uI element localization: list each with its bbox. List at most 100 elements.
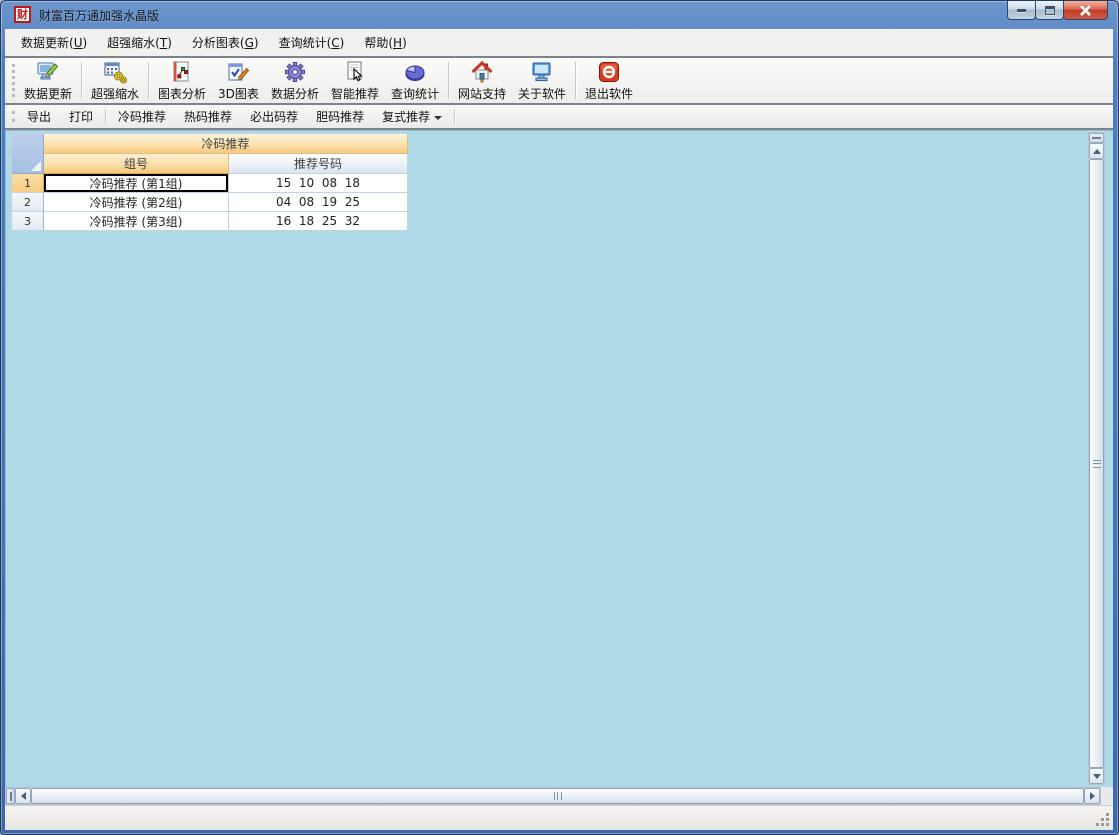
column-header-group[interactable]: 组号 bbox=[44, 154, 229, 174]
scroll-up-button[interactable] bbox=[1089, 143, 1104, 159]
menu-item-data-update[interactable]: 数据更新(U) bbox=[11, 29, 97, 56]
toolbar-button-about-software[interactable]: 关于软件 bbox=[512, 58, 572, 103]
toolbar-button-query-stats[interactable]: 查询统计 bbox=[385, 58, 445, 103]
arrow-right-icon bbox=[1090, 792, 1095, 800]
pie-chart-icon bbox=[403, 60, 427, 84]
document-hand-icon bbox=[343, 60, 367, 84]
cell-numbers-3[interactable]: 16 18 25 32 bbox=[229, 212, 408, 231]
thumb-grip-icon bbox=[1093, 460, 1101, 468]
toolbar-button-exit-software[interactable]: 退出软件 bbox=[579, 58, 639, 103]
close-icon bbox=[1080, 5, 1091, 16]
toolbar-grip[interactable] bbox=[12, 64, 15, 97]
table-title: 冷码推荐 bbox=[44, 134, 408, 154]
toolbar-separator bbox=[105, 109, 106, 124]
cell-numbers-2[interactable]: 04 08 19 25 bbox=[229, 193, 408, 212]
toolbar-button-website-support[interactable]: 网站支持 bbox=[452, 58, 512, 103]
column-header-numbers[interactable]: 推荐号码 bbox=[229, 154, 408, 174]
menu-item-super-shrink[interactable]: 超强缩水(T) bbox=[97, 29, 182, 56]
print-button[interactable]: 打印 bbox=[60, 105, 102, 128]
toolbar-button-label: 数据分析 bbox=[271, 85, 319, 102]
computer-icon bbox=[530, 60, 554, 84]
toolbar-button-data-analysis[interactable]: 数据分析 bbox=[265, 58, 325, 103]
arrow-down-icon bbox=[1093, 774, 1101, 779]
calendar-gears-icon bbox=[103, 60, 127, 84]
power-icon bbox=[597, 60, 621, 84]
horizontal-scrollbar[interactable] bbox=[5, 787, 1101, 805]
resize-grip[interactable] bbox=[1106, 823, 1109, 826]
toolbar-button-label: 关于软件 bbox=[518, 85, 566, 102]
toolbar-button-label: 超强缩水 bbox=[91, 85, 139, 102]
title-bar[interactable]: 财 财富百万通加强水晶版 bbox=[1, 1, 1118, 29]
toolbar-separator bbox=[448, 62, 449, 99]
menu-item-analysis-charts[interactable]: 分析图表(G) bbox=[182, 29, 269, 56]
horizontal-splitter-handle[interactable] bbox=[6, 788, 15, 804]
notepad-pencil-icon bbox=[226, 60, 250, 84]
main-toolbar: 数据更新 超强缩水 图表分析 bbox=[5, 56, 1113, 105]
horizontal-scrollbar-area bbox=[5, 787, 1113, 805]
vertical-scrollbar[interactable] bbox=[1088, 132, 1105, 785]
toolbar-button-chart-analysis[interactable]: 图表分析 bbox=[152, 58, 212, 103]
menu-item-help[interactable]: 帮助(H) bbox=[354, 29, 416, 56]
toolbar-separator bbox=[81, 62, 82, 99]
app-icon[interactable]: 财 bbox=[14, 6, 31, 23]
chevron-down-icon bbox=[434, 116, 442, 120]
home-icon bbox=[470, 60, 494, 84]
must-out-recommend-button[interactable]: 必出码荐 bbox=[241, 105, 307, 128]
toolbar-button-3d-chart[interactable]: 3D图表 bbox=[212, 58, 265, 103]
thumb-grip-icon bbox=[554, 792, 562, 800]
secondary-toolbar: 导出 打印 冷码推荐 热码推荐 必出码荐 胆码推荐 复式推荐 bbox=[5, 105, 1113, 130]
row-header[interactable]: 3 bbox=[12, 212, 44, 231]
scroll-right-button[interactable] bbox=[1084, 788, 1100, 804]
toolbar-button-label: 网站支持 bbox=[458, 85, 506, 102]
gear-icon bbox=[283, 60, 307, 84]
arrow-left-icon bbox=[21, 792, 26, 800]
status-bar bbox=[5, 805, 1113, 830]
table-corner-cell[interactable] bbox=[12, 134, 44, 174]
menu-bar: 数据更新(U) 超强缩水(T) 分析图表(G) 查询统计(C) 帮助(H) bbox=[5, 29, 1113, 56]
cell-group-2[interactable]: 冷码推荐 (第2组) bbox=[44, 193, 229, 212]
toolbar-button-label: 查询统计 bbox=[391, 85, 439, 102]
row-header[interactable]: 2 bbox=[12, 193, 44, 212]
dan-number-recommend-button[interactable]: 胆码推荐 bbox=[307, 105, 373, 128]
minimize-button[interactable] bbox=[1007, 1, 1036, 20]
chart-document-icon bbox=[170, 60, 194, 84]
toolbar-button-label: 3D图表 bbox=[218, 85, 259, 102]
vertical-scroll-thumb[interactable] bbox=[1089, 159, 1104, 768]
app-icon-glyph: 财 bbox=[17, 9, 28, 20]
cell-group-3[interactable]: 冷码推荐 (第3组) bbox=[44, 212, 229, 231]
toolbar-button-smart-recommend[interactable]: 智能推荐 bbox=[325, 58, 385, 103]
toolbar-button-data-update[interactable]: 数据更新 bbox=[18, 58, 78, 103]
export-button[interactable]: 导出 bbox=[18, 105, 60, 128]
minimize-icon bbox=[1017, 9, 1026, 12]
app-window: 财 财富百万通加强水晶版 数据更新(U) 超强缩水(T) 分析图表(G) 查询统… bbox=[0, 0, 1119, 835]
vertical-splitter-handle[interactable] bbox=[1089, 133, 1104, 143]
compound-recommend-button[interactable]: 复式推荐 bbox=[373, 105, 451, 128]
cell-group-1[interactable]: 冷码推荐 (第1组) bbox=[44, 174, 229, 193]
toolbar-button-label: 退出软件 bbox=[585, 85, 633, 102]
scroll-left-button[interactable] bbox=[15, 788, 31, 804]
toolbar-button-super-shrink[interactable]: 超强缩水 bbox=[85, 58, 145, 103]
monitor-pencil-icon bbox=[36, 60, 60, 84]
horizontal-scroll-thumb[interactable] bbox=[31, 788, 1084, 804]
menu-item-query-stats[interactable]: 查询统计(C) bbox=[269, 29, 355, 56]
toolbar-separator bbox=[454, 109, 455, 124]
toolbar-separator bbox=[575, 62, 576, 99]
toolbar-button-label: 数据更新 bbox=[24, 85, 72, 102]
row-header[interactable]: 1 bbox=[12, 174, 44, 193]
toolbar-grip[interactable] bbox=[12, 111, 15, 122]
toolbar-button-label: 智能推荐 bbox=[331, 85, 379, 102]
toolbar-separator bbox=[148, 62, 149, 99]
window-title: 财富百万通加强水晶版 bbox=[39, 7, 159, 24]
content-area: 冷码推荐 组号 推荐号码 1 冷码推荐 (第1组) 15 10 08 18 2 … bbox=[5, 130, 1113, 787]
hot-number-recommend-button[interactable]: 热码推荐 bbox=[175, 105, 241, 128]
cold-number-recommend-button[interactable]: 冷码推荐 bbox=[109, 105, 175, 128]
maximize-button[interactable] bbox=[1035, 1, 1064, 20]
toolbar-button-label: 图表分析 bbox=[158, 85, 206, 102]
close-button[interactable] bbox=[1063, 1, 1108, 20]
window-controls bbox=[1008, 1, 1108, 20]
cell-numbers-1[interactable]: 15 10 08 18 bbox=[229, 174, 408, 193]
scroll-down-button[interactable] bbox=[1089, 768, 1104, 784]
maximize-icon bbox=[1045, 6, 1055, 15]
recommendation-table: 冷码推荐 组号 推荐号码 1 冷码推荐 (第1组) 15 10 08 18 2 … bbox=[11, 133, 408, 231]
arrow-up-icon bbox=[1093, 149, 1101, 154]
